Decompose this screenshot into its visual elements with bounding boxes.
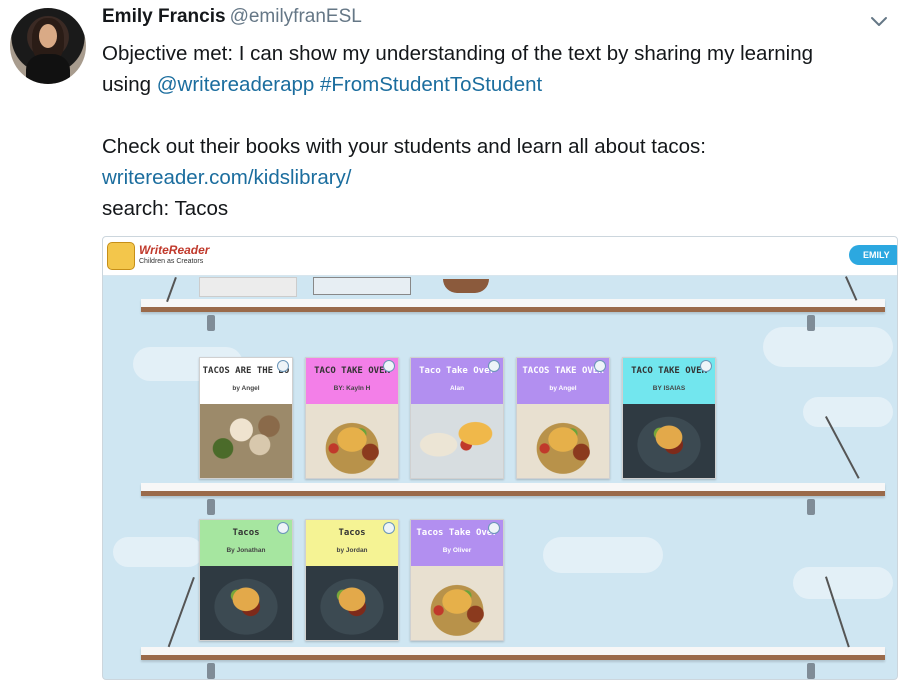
globe-icon (383, 360, 395, 372)
shelf-bracket (207, 663, 215, 679)
shelf-bracket (807, 499, 815, 515)
book-card[interactable]: TACO TAKE OVER BY ISAIAS (622, 357, 716, 479)
tweet-line-2-prefix: using (102, 73, 157, 96)
hashtag-link[interactable]: #FromStudentToStudent (320, 73, 542, 96)
tweet-line-2: using @writereaderapp #FromStudentToStud… (102, 69, 882, 100)
partial-book[interactable] (443, 279, 489, 293)
shelf-bracket (807, 315, 815, 331)
tweet-text: Objective met: I can show my understandi… (102, 38, 882, 224)
tweet-line-3: Check out their books with your students… (102, 135, 706, 158)
shelf-2 (141, 483, 885, 496)
mention-link[interactable]: @writereaderapp (157, 73, 315, 96)
globe-icon (277, 360, 289, 372)
book-card[interactable]: Tacos By Jonathan (199, 519, 293, 641)
book-author: By Jonathan (226, 547, 266, 554)
shelf-bracket (807, 663, 815, 679)
logo-title: WriteReader (139, 243, 210, 257)
chevron-down-icon[interactable] (868, 10, 890, 32)
book-photo (411, 566, 503, 640)
url-link[interactable]: writereader.com/kidslibrary/ (102, 166, 352, 189)
avatar-face (39, 24, 57, 48)
globe-icon (700, 360, 712, 372)
partial-book[interactable] (199, 277, 297, 297)
author-handle[interactable]: @emilyfranESL (230, 6, 362, 27)
book-photo (623, 404, 715, 478)
cloud (763, 327, 893, 367)
tweet-header: Emily Francis @emilyfranESL (102, 6, 362, 28)
book-photo (411, 404, 503, 478)
book-author: By Oliver (442, 547, 472, 554)
author-name[interactable]: Emily Francis (102, 6, 226, 27)
logo-subtitle: Children as Creators (139, 258, 204, 265)
shelf-wire (167, 577, 195, 648)
cloud (803, 397, 893, 427)
attached-image[interactable]: WriteReader Children as Creators EMILY T… (102, 236, 898, 680)
tweet-line-1: Objective met: I can show my understandi… (102, 42, 814, 65)
globe-icon (488, 360, 500, 372)
book-photo (200, 404, 292, 478)
shelf-1 (141, 299, 885, 312)
shelf-3 (141, 647, 885, 660)
shelf-wire (845, 276, 858, 301)
book-author: Alan (449, 385, 465, 392)
globe-icon (277, 522, 289, 534)
book-card[interactable]: TACO TAKE OVER BY: Kayln H (305, 357, 399, 479)
user-button[interactable]: EMILY (849, 245, 897, 265)
book-author: by Jordan (336, 547, 368, 554)
cloud (543, 537, 663, 573)
book-card[interactable]: TACOS ARE THE BO by Angel (199, 357, 293, 479)
globe-icon (383, 522, 395, 534)
book-card[interactable]: TACOS TAKE OVER by Angel (516, 357, 610, 479)
tweet-line-4: search: Tacos (102, 197, 229, 220)
shelf-bracket (207, 315, 215, 331)
book-author: by Angel (232, 385, 260, 392)
book-author: BY: Kayln H (333, 385, 371, 392)
partial-book[interactable] (313, 277, 411, 295)
shelf-bracket (207, 499, 215, 515)
book-photo (200, 566, 292, 640)
globe-icon (594, 360, 606, 372)
globe-icon (488, 522, 500, 534)
book-card[interactable]: Tacos by Jordan (305, 519, 399, 641)
book-author: by Angel (549, 385, 577, 392)
author-avatar[interactable] (10, 8, 86, 84)
book-photo (306, 404, 398, 478)
book-photo (306, 566, 398, 640)
avatar-body (26, 54, 70, 84)
cloud (113, 537, 203, 567)
cloud (793, 567, 893, 599)
book-card[interactable]: Tacos Take Over By Oliver (410, 519, 504, 641)
writereader-topbar: WriteReader Children as Creators EMILY (103, 237, 897, 276)
book-author: BY ISAIAS (652, 385, 686, 392)
book-card[interactable]: Taco Take Over Alan (410, 357, 504, 479)
book-photo (517, 404, 609, 478)
writereader-logo-icon[interactable] (107, 242, 135, 270)
